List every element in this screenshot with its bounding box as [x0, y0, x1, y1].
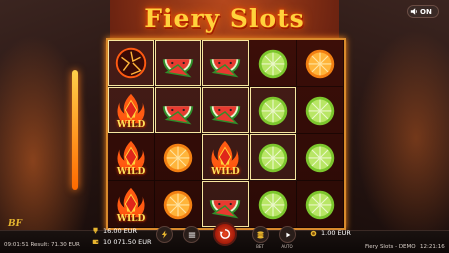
- wild-label: WILD: [116, 167, 146, 177]
- cave-wall-left: [0, 0, 110, 230]
- reel-cell: [296, 181, 344, 228]
- chip-icon: [310, 230, 317, 236]
- reel-cell: [155, 134, 203, 181]
- reel-cell: WILD: [108, 134, 156, 181]
- reel-cell: [249, 40, 297, 87]
- auto-caption: AUTO: [281, 244, 293, 249]
- provider-logo: BF: [8, 219, 22, 229]
- reel-cell: [249, 134, 297, 181]
- spin-icon: [219, 229, 231, 239]
- reel-cell: [108, 40, 156, 87]
- reel-cell: [296, 40, 344, 87]
- wallet-icon: [92, 239, 99, 244]
- wild-label: WILD: [116, 120, 146, 130]
- turbo-button[interactable]: [156, 226, 173, 243]
- wild-label: WILD: [116, 214, 146, 224]
- reel-cell: [155, 181, 203, 228]
- cave-wall-right: [339, 0, 449, 230]
- orange-symbol: [159, 185, 197, 223]
- win-amount: 16.00 EUR: [103, 226, 138, 235]
- watermelon-symbol: [159, 91, 197, 129]
- clock-result: 09:01:51 Result: 71.30 EUR: [4, 242, 80, 248]
- reel-cell: [155, 40, 203, 87]
- reel-cell: [202, 40, 250, 87]
- reel-grid: WILD WILD WILD WILD: [106, 38, 346, 230]
- reel-cell: [296, 87, 344, 134]
- balance-amount: 10 071.50 EUR: [103, 237, 152, 246]
- game-logo: Fiery Slots: [144, 4, 305, 33]
- play-icon: [285, 232, 290, 237]
- reel-cell: [155, 87, 203, 134]
- reel-cell: [249, 87, 297, 134]
- reel-cell: WILD: [202, 134, 250, 181]
- lightning-icon: [161, 230, 168, 239]
- lime-symbol: [254, 91, 292, 129]
- balances: 16.00 EUR 10 071.50 EUR: [92, 226, 152, 248]
- reel-cell: [202, 87, 250, 134]
- bet-display: 1.00 EUR: [310, 229, 351, 237]
- lime-symbol: [301, 185, 339, 223]
- lime-symbol: [254, 44, 292, 82]
- bet-coins-button[interactable]: [252, 226, 269, 243]
- firestone-symbol: [112, 44, 150, 82]
- win-row: 16.00 EUR: [92, 226, 152, 235]
- trophy-icon: [93, 227, 98, 234]
- reel-cell: [202, 181, 250, 228]
- menu-button[interactable]: [183, 226, 200, 243]
- lime-symbol: [301, 138, 339, 176]
- game-title-footer: Fiery Slots - DEMO: [365, 244, 416, 250]
- lime-symbol: [254, 185, 292, 223]
- reel-cell: [249, 181, 297, 228]
- watermelon-symbol: [159, 44, 197, 82]
- watermelon-symbol: [206, 44, 244, 82]
- reel-cell: WILD: [108, 87, 156, 134]
- menu-icon: [188, 232, 195, 238]
- wild-label: WILD: [211, 167, 240, 177]
- lime-symbol: [254, 138, 292, 176]
- lime-symbol: [301, 91, 339, 129]
- bet-amount: 1.00 EUR: [321, 229, 351, 237]
- autoplay-button[interactable]: [279, 226, 296, 243]
- bet-caption: BET: [256, 244, 264, 249]
- watermelon-symbol: [206, 91, 244, 129]
- spin-button[interactable]: [213, 222, 237, 246]
- watermelon-symbol: [206, 185, 244, 223]
- time-footer: 12:21:16: [420, 244, 445, 250]
- lava-stream: [72, 70, 78, 190]
- coins-icon: [257, 231, 264, 239]
- reel-cell: [296, 134, 344, 181]
- speaker-icon: [410, 8, 417, 15]
- reel-cell: WILD: [108, 181, 156, 228]
- sound-toggle[interactable]: ON: [407, 5, 439, 18]
- orange-symbol: [159, 138, 197, 176]
- orange-symbol: [301, 44, 339, 82]
- balance-row: 10 071.50 EUR: [92, 237, 152, 246]
- sound-toggle-label: ON: [420, 7, 432, 16]
